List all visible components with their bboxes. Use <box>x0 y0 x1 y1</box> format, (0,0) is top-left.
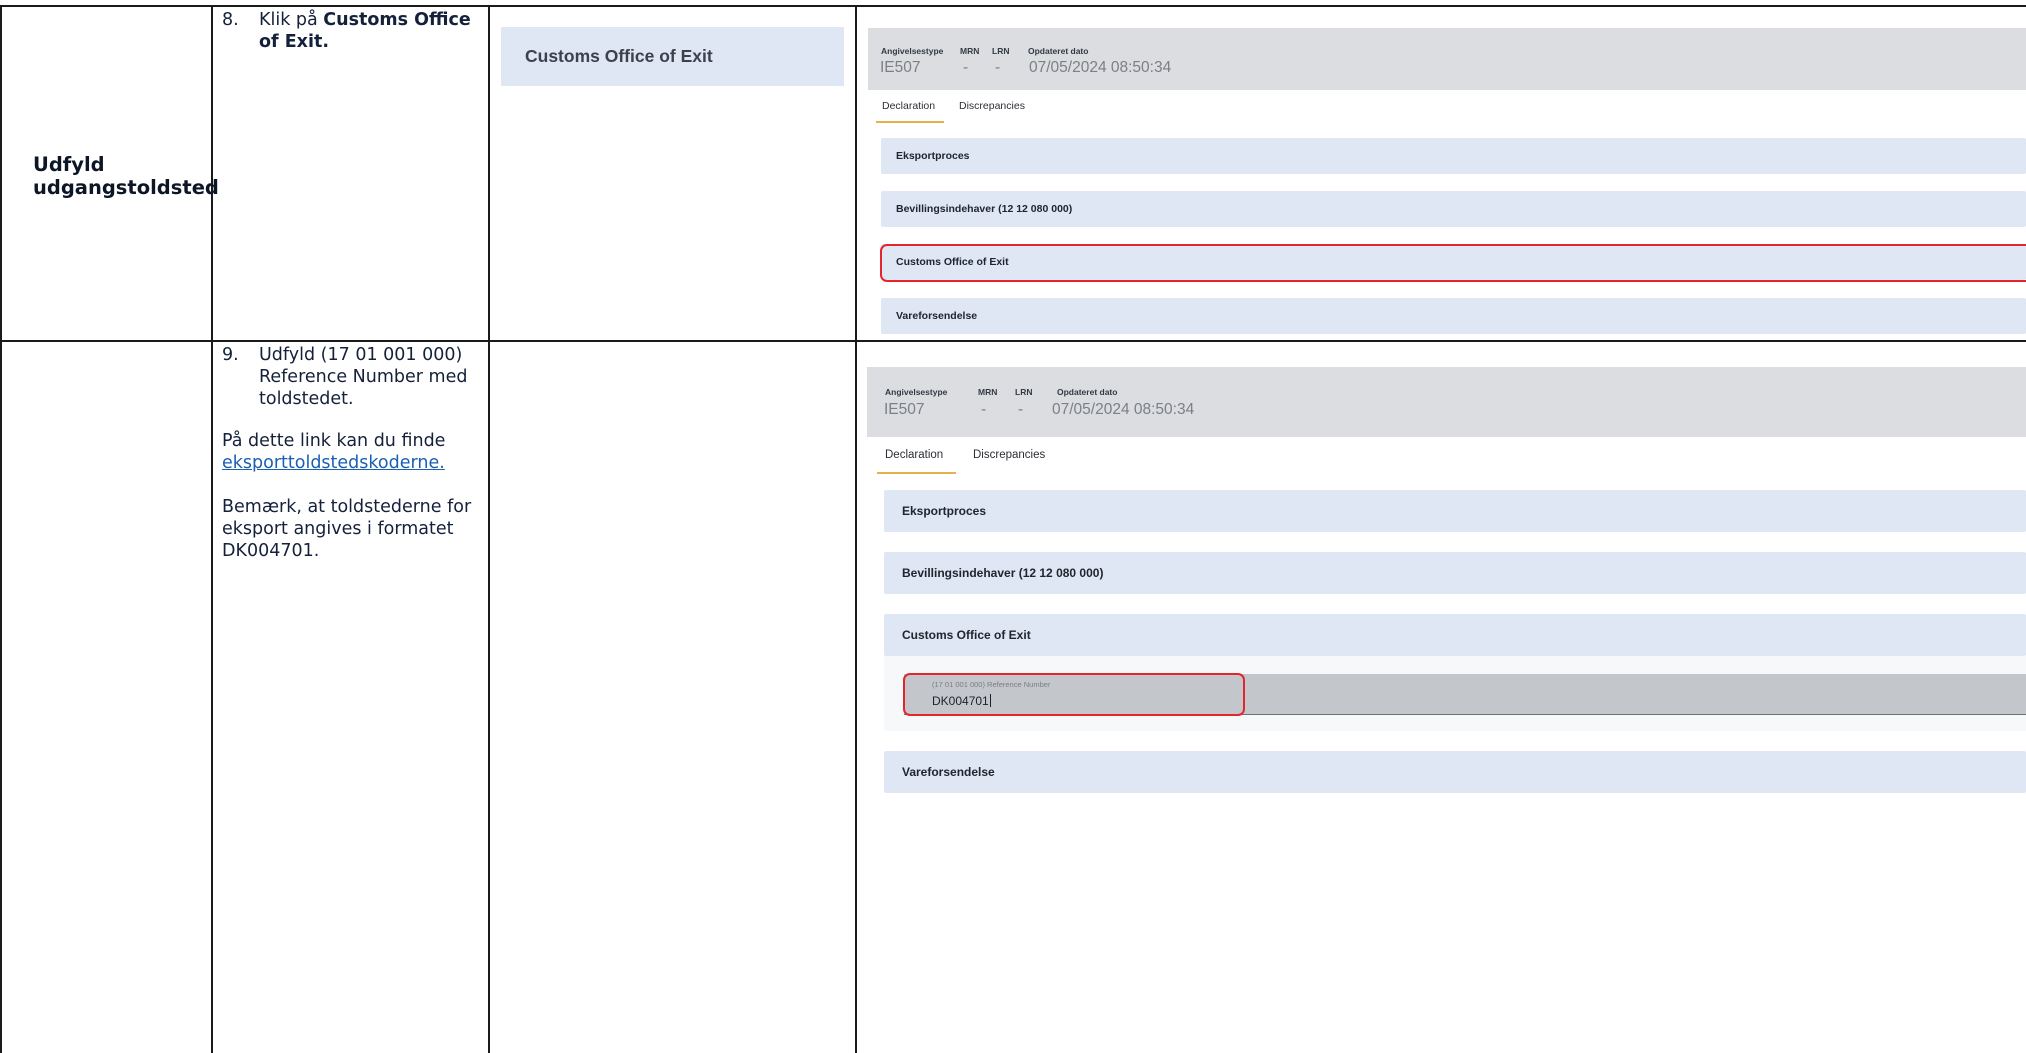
step-8: 8. Klik på Customs Office of Exit. <box>222 9 482 59</box>
step-text: Klik på Customs Office of Exit. <box>259 10 471 52</box>
tab-discrepancies[interactable]: Discrepancies <box>959 100 1025 112</box>
format-note: Bemærk, at toldstederne for eksport angi… <box>222 497 472 561</box>
step-number: 9. <box>222 345 239 365</box>
table-col-divider <box>488 5 490 1053</box>
section-eksportproces[interactable]: Eksportproces <box>881 138 2026 174</box>
active-tab-indicator <box>876 121 944 123</box>
section-vareforsendelse[interactable]: Vareforsendelse <box>881 298 2026 334</box>
table-col-divider <box>855 5 857 1053</box>
step-9: 9. Udfyld (17 01 001 000) Reference Numb… <box>222 344 482 414</box>
table-border-top <box>0 5 2026 7</box>
highlight-box <box>880 244 2026 282</box>
table-row-divider <box>0 340 2026 342</box>
section-title: Udfyld udgangstoldsted <box>33 153 219 199</box>
declaration-header: Angivelsestype IE507 MRN - LRN - Opdater… <box>868 28 2026 90</box>
step-number: 8. <box>222 10 239 30</box>
section-customs-office-of-exit[interactable]: Customs Office of Exit <box>884 614 2026 656</box>
export-office-codes-link[interactable]: eksporttoldstedskoderne. <box>222 453 445 473</box>
customs-office-callout: Customs Office of Exit <box>501 27 844 86</box>
screenshot-step-8: Angivelsestype IE507 MRN - LRN - Opdater… <box>868 28 2026 340</box>
tab-discrepancies[interactable]: Discrepancies <box>973 449 1045 461</box>
declaration-header: Angivelsestype IE507 MRN - LRN - Opdater… <box>867 367 2026 437</box>
section-eksportproces[interactable]: Eksportproces <box>884 490 2026 532</box>
callout-label: Customs Office of Exit <box>525 46 713 66</box>
step-text: Udfyld (17 01 001 000) Reference Number … <box>259 345 468 409</box>
tab-declaration[interactable]: Declaration <box>885 449 943 461</box>
tab-declaration[interactable]: Declaration <box>882 100 935 112</box>
link-paragraph: På dette link kan du finde eksporttoldst… <box>222 431 446 473</box>
active-tab-indicator <box>877 472 956 474</box>
screenshot-step-9: Angivelsestype IE507 MRN - LRN - Opdater… <box>867 367 2026 797</box>
section-vareforsendelse[interactable]: Vareforsendelse <box>884 751 2026 793</box>
section-bevillingsindehaver[interactable]: Bevillingsindehaver (12 12 080 000) <box>881 191 2026 227</box>
table-border-left <box>0 5 2 1053</box>
highlight-box <box>903 673 1245 716</box>
section-bevillingsindehaver[interactable]: Bevillingsindehaver (12 12 080 000) <box>884 552 2026 594</box>
